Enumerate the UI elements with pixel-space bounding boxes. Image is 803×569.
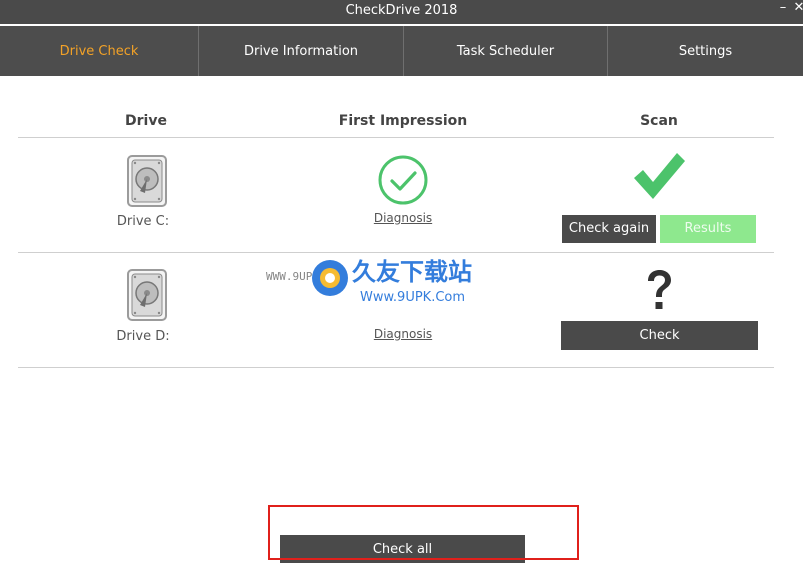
watermark-brand-text: 久友下载站 xyxy=(352,258,472,286)
check-circle-icon xyxy=(378,155,428,205)
diagnosis-link-c[interactable]: Diagnosis xyxy=(363,211,443,225)
watermark: WWW.9UPK.COM 久友下载站 Www.9UPK.Com xyxy=(262,246,512,326)
watermark-url-text: Www.9UPK.Com xyxy=(360,290,466,305)
column-header-first-impression: First Impression xyxy=(338,113,468,129)
results-button[interactable]: Results xyxy=(660,215,756,243)
tab-settings[interactable]: Settings xyxy=(608,26,803,76)
column-header-scan: Scan xyxy=(640,113,678,129)
check-again-button[interactable]: Check again xyxy=(562,215,656,243)
tab-drive-check[interactable]: Drive Check xyxy=(0,26,199,76)
app-window: CheckDrive 2018 – ✕ Drive Check Drive In… xyxy=(0,0,803,569)
tab-drive-information[interactable]: Drive Information xyxy=(199,26,404,76)
window-title: CheckDrive 2018 xyxy=(345,3,458,18)
drive-d-label: Drive D: xyxy=(116,329,170,344)
main-tab-bar: Drive Check Drive Information Task Sched… xyxy=(0,26,803,76)
hard-drive-icon xyxy=(127,269,167,321)
question-mark-icon xyxy=(648,270,671,309)
diagnosis-link-d[interactable]: Diagnosis xyxy=(363,327,443,341)
close-icon[interactable]: ✕ xyxy=(792,0,803,18)
check-button[interactable]: Check xyxy=(561,321,758,350)
title-bar: CheckDrive 2018 – ✕ xyxy=(0,0,803,24)
watermark-logo-icon xyxy=(312,260,348,296)
big-checkmark-icon xyxy=(634,153,685,199)
highlight-annotation-box xyxy=(268,505,579,560)
minimize-icon[interactable]: – xyxy=(776,0,790,18)
drive-c-label: Drive C: xyxy=(116,214,170,229)
tab-task-scheduler[interactable]: Task Scheduler xyxy=(404,26,608,76)
column-header-drive: Drive xyxy=(125,113,167,129)
hard-drive-icon xyxy=(127,155,167,207)
row-divider xyxy=(18,367,774,368)
header-divider xyxy=(18,137,774,138)
